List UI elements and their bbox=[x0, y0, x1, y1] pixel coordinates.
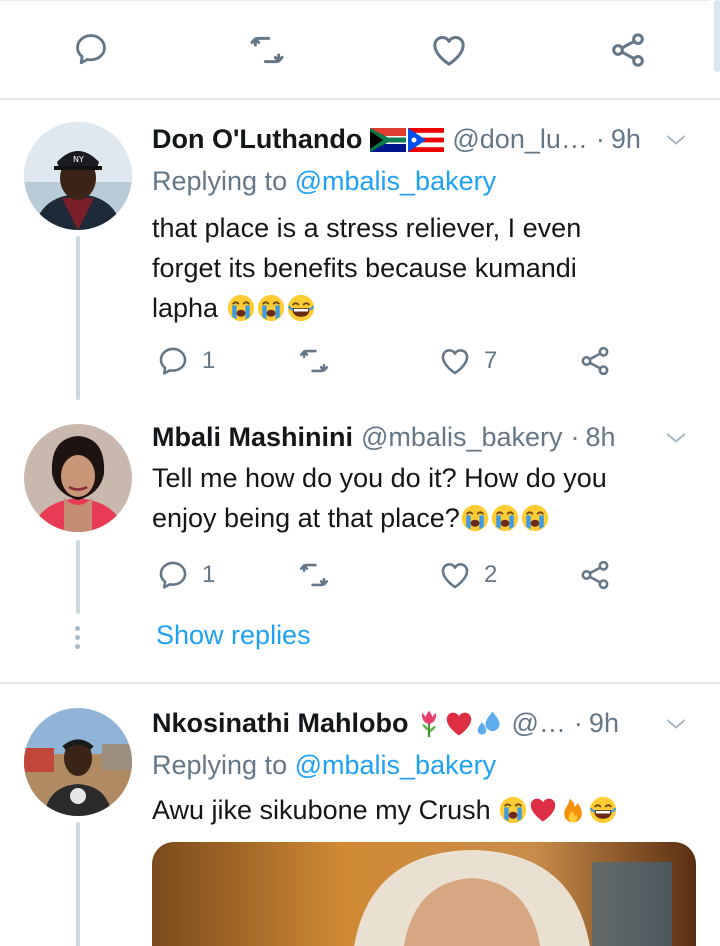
comment-icon bbox=[156, 558, 190, 592]
like-button[interactable]: 2 bbox=[438, 558, 497, 592]
like-count: 7 bbox=[484, 347, 498, 374]
replying-prefix: Replying to bbox=[152, 750, 288, 780]
retweet-button[interactable] bbox=[296, 344, 332, 378]
chevron-down-icon[interactable] bbox=[662, 710, 690, 738]
replying-prefix: Replying to bbox=[152, 166, 288, 196]
tweet-text: Tell me how do you do it? How do you enj… bbox=[152, 458, 692, 538]
crying-face-icon bbox=[499, 796, 527, 824]
handle[interactable]: @… bbox=[512, 708, 566, 739]
retweet-button[interactable] bbox=[296, 558, 332, 592]
chevron-down-icon[interactable] bbox=[662, 424, 690, 452]
avatar[interactable] bbox=[24, 708, 132, 816]
tweet-text-line: Tell me how do you do it? How do you bbox=[152, 463, 607, 493]
tweet-text-line: enjoy being at that place? bbox=[152, 503, 460, 533]
thread-line bbox=[76, 822, 80, 946]
crying-face-icon bbox=[461, 504, 489, 532]
heart-icon bbox=[428, 30, 470, 70]
avatar[interactable]: NY bbox=[24, 122, 132, 230]
tulip-icon bbox=[415, 710, 443, 738]
like-button[interactable]: 7 bbox=[438, 344, 497, 378]
sweat-droplets-icon bbox=[475, 710, 503, 738]
scrollbar[interactable] bbox=[714, 0, 720, 72]
display-name[interactable]: Mbali Mashinini bbox=[152, 422, 353, 453]
like-button[interactable] bbox=[428, 30, 470, 70]
tweet-text-line: forget its benefits because kumandi bbox=[152, 253, 577, 283]
mention-link[interactable]: @mbalis_bakery bbox=[295, 166, 497, 196]
mention-link[interactable]: @mbalis_bakery bbox=[295, 750, 497, 780]
replying-to: Replying to @mbalis_bakery bbox=[152, 166, 496, 197]
like-count: 2 bbox=[484, 561, 498, 588]
timestamp[interactable]: 8h bbox=[586, 422, 616, 453]
timestamp[interactable]: 9h bbox=[589, 708, 619, 739]
tweet-text-line: that place is a stress reliever, I even bbox=[152, 213, 582, 243]
tweet-media-image[interactable] bbox=[152, 842, 696, 946]
red-heart-icon bbox=[529, 796, 557, 824]
reply-button[interactable]: 1 bbox=[156, 344, 215, 378]
reply-count: 1 bbox=[202, 561, 216, 588]
crying-face-icon bbox=[227, 294, 255, 322]
tweet-header: Mbali Mashinini @mbalis_bakery · 8h bbox=[152, 422, 702, 453]
comment-icon bbox=[72, 30, 110, 68]
thread-dots bbox=[75, 626, 81, 653]
top-border bbox=[0, 0, 710, 1]
handle[interactable]: @don_lu… bbox=[452, 124, 588, 155]
thread-line bbox=[76, 236, 80, 400]
heart-icon bbox=[438, 344, 472, 378]
tweet-text-line: lapha bbox=[152, 293, 219, 323]
share-icon bbox=[608, 30, 648, 70]
thread-line bbox=[76, 540, 80, 614]
laughing-face-icon bbox=[287, 294, 315, 322]
display-name[interactable]: Nkosinathi Mahlobo bbox=[152, 708, 409, 739]
reply-count: 1 bbox=[202, 347, 216, 374]
crying-face-icon bbox=[521, 504, 549, 532]
avatar[interactable] bbox=[24, 424, 132, 532]
reply-button[interactable] bbox=[72, 30, 110, 68]
separator: · bbox=[570, 422, 580, 452]
crying-face-icon bbox=[491, 504, 519, 532]
separator: · bbox=[595, 124, 605, 154]
show-replies-link[interactable]: Show replies bbox=[156, 620, 311, 651]
retweet-icon bbox=[296, 344, 332, 378]
reply-button[interactable]: 1 bbox=[156, 558, 215, 592]
chevron-down-icon[interactable] bbox=[662, 126, 690, 154]
share-button[interactable] bbox=[578, 344, 612, 378]
tweet-text-line: Awu jike sikubone my Crush bbox=[152, 795, 491, 825]
share-icon bbox=[578, 558, 612, 592]
handle[interactable]: @mbalis_bakery bbox=[361, 422, 563, 453]
tweet-header: Nkosinathi Mahlobo @… · 9h bbox=[152, 708, 702, 739]
crying-face-icon bbox=[257, 294, 285, 322]
share-button[interactable] bbox=[608, 30, 648, 70]
tweet-text: Awu jike sikubone my Crush bbox=[152, 790, 692, 830]
divider bbox=[0, 98, 720, 100]
comment-icon bbox=[156, 344, 190, 378]
share-button[interactable] bbox=[578, 558, 612, 592]
replying-to: Replying to @mbalis_bakery bbox=[152, 750, 496, 781]
retweet-icon bbox=[246, 30, 288, 70]
red-heart-icon bbox=[445, 710, 473, 738]
svg-text:NY: NY bbox=[73, 155, 84, 164]
laughing-face-icon bbox=[589, 796, 617, 824]
tweet-text: that place is a stress reliever, I even … bbox=[152, 208, 692, 328]
retweet-button[interactable] bbox=[246, 30, 288, 70]
timestamp[interactable]: 9h bbox=[611, 124, 641, 155]
puerto-rico-flag-icon bbox=[408, 128, 444, 152]
separator: · bbox=[573, 708, 583, 738]
share-icon bbox=[578, 344, 612, 378]
south-africa-flag-icon bbox=[370, 128, 406, 152]
display-name[interactable]: Don O'Luthando bbox=[152, 124, 362, 155]
divider bbox=[0, 682, 720, 684]
tweet-header: Don O'Luthando @don_lu… · 9h bbox=[152, 124, 702, 155]
retweet-icon bbox=[296, 558, 332, 592]
heart-icon bbox=[438, 558, 472, 592]
fire-icon bbox=[559, 796, 587, 824]
